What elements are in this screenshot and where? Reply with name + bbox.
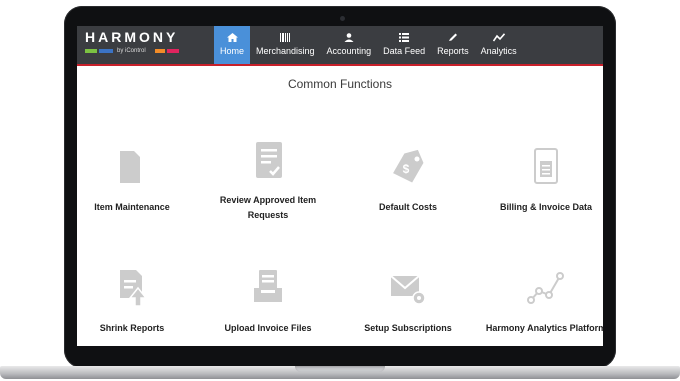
nav-analytics[interactable]: Analytics bbox=[475, 26, 523, 64]
laptop-notch bbox=[295, 366, 385, 372]
tile-label: Review Approved Item Requests bbox=[219, 195, 317, 220]
logo-by-text: by iControl bbox=[117, 48, 146, 54]
tile-label: Setup Subscriptions bbox=[364, 323, 452, 333]
tile-upload-invoice-files[interactable]: Upload Invoice Files bbox=[203, 268, 333, 336]
approved-document-icon bbox=[256, 142, 282, 178]
nav-data-feed[interactable]: Data Feed bbox=[377, 26, 431, 64]
tile-label: Harmony Analytics Platform bbox=[485, 323, 603, 333]
tile-label: Upload Invoice Files bbox=[224, 323, 312, 333]
report-upload-icon bbox=[120, 270, 148, 307]
tile-label: Shrink Reports bbox=[99, 323, 165, 333]
user-icon bbox=[344, 33, 354, 44]
nav-accounting[interactable]: Accounting bbox=[321, 26, 378, 64]
harmony-logo[interactable]: HARMONY by iControl bbox=[85, 29, 179, 54]
invoice-document-icon bbox=[534, 148, 558, 184]
trend-icon bbox=[492, 33, 505, 44]
analytics-line-icon bbox=[527, 272, 564, 304]
tile-label: Default Costs bbox=[378, 202, 437, 212]
nav-label: Reports bbox=[437, 46, 469, 56]
nav-label: Data Feed bbox=[383, 46, 426, 56]
logo-text: HARMONY bbox=[85, 29, 179, 45]
tile-label: Billing & Invoice Data bbox=[499, 202, 593, 212]
barcode-icon bbox=[280, 33, 291, 44]
nav-merchandising[interactable]: Merchandising bbox=[250, 26, 321, 64]
camera-dot bbox=[340, 16, 345, 21]
folder-icon bbox=[120, 151, 140, 183]
tile-setup-subscriptions[interactable]: Setup Subscriptions bbox=[343, 268, 473, 336]
nav-label: Analytics bbox=[480, 46, 517, 56]
tile-label: Item Maintenance bbox=[94, 202, 170, 212]
list-icon bbox=[399, 33, 410, 44]
logo-subtitle: by iControl bbox=[85, 47, 185, 55]
price-tag-icon: $ bbox=[393, 149, 424, 183]
tile-review-approved-item-requests[interactable]: Review Approved Item Requests bbox=[203, 140, 333, 223]
tile-harmony-analytics-platform[interactable]: Harmony Analytics Platform bbox=[481, 268, 603, 336]
nav-label: Home bbox=[220, 46, 245, 56]
main-nav: Home Merchandising Accounting Data Feed bbox=[214, 26, 523, 64]
nav-label: Merchandising bbox=[256, 46, 315, 56]
nav-home[interactable]: Home bbox=[214, 26, 251, 64]
svg-text:$: $ bbox=[403, 162, 410, 176]
page-title: Common Functions bbox=[287, 77, 393, 91]
pencil-icon bbox=[448, 33, 458, 44]
home-icon bbox=[226, 33, 238, 44]
mail-settings-icon bbox=[390, 275, 426, 305]
tile-item-maintenance[interactable]: Item Maintenance bbox=[77, 147, 197, 215]
nav-reports[interactable]: Reports bbox=[431, 26, 475, 64]
tile-default-costs[interactable]: $ Default Costs bbox=[343, 147, 473, 215]
app-screen: HARMONY by iControl Home Merchandising A… bbox=[77, 26, 603, 346]
tile-billing-invoice-data[interactable]: Billing & Invoice Data bbox=[481, 147, 603, 215]
nav-label: Accounting bbox=[326, 46, 372, 56]
top-navbar: HARMONY by iControl Home Merchandising A… bbox=[77, 26, 603, 66]
inbox-upload-icon bbox=[254, 270, 282, 302]
tile-shrink-reports[interactable]: Shrink Reports bbox=[77, 268, 197, 336]
